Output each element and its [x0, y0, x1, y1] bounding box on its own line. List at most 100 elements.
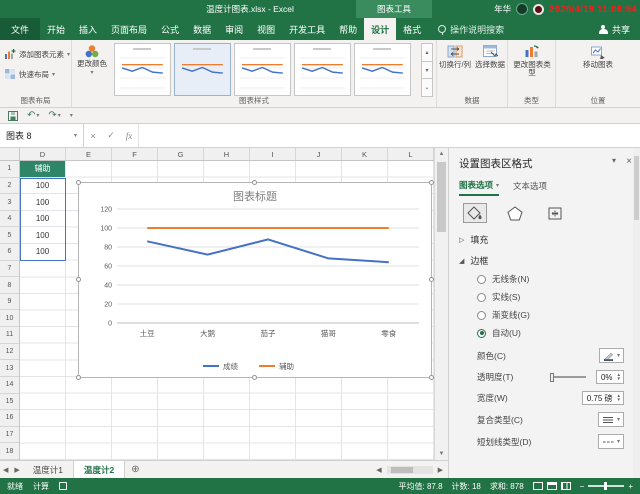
border-option-4[interactable]: 自动(U) [477, 327, 640, 339]
chart-resize-handle[interactable] [76, 180, 81, 185]
gallery-up-icon[interactable]: ▴ [421, 43, 433, 62]
border-option-2[interactable]: 实线(S) [477, 291, 640, 303]
scroll-up-icon[interactable]: ▲ [435, 148, 448, 160]
ribbon-tab-6[interactable]: 审阅 [218, 18, 250, 40]
page-break-view-icon[interactable] [560, 482, 571, 490]
sheet-tab-1[interactable]: 温度计1 [23, 461, 75, 478]
chart-resize-handle[interactable] [252, 180, 257, 185]
row-header[interactable]: 14 [0, 377, 19, 394]
add-chart-element-button[interactable]: 添加图表元素 ▾ [2, 45, 72, 63]
move-chart-button[interactable]: 移动图表 [578, 44, 618, 69]
sheet-nav-right-icon[interactable]: ▶ [11, 466, 22, 474]
scrollbar-thumb[interactable] [634, 156, 639, 220]
column-header[interactable]: E [66, 148, 112, 160]
tell-me-search[interactable]: 操作说明搜索 [438, 18, 504, 40]
zoom-out-icon[interactable]: − [580, 482, 585, 491]
size-properties-icon[interactable] [543, 203, 567, 223]
name-box[interactable]: 图表 8 ▾ [0, 124, 84, 147]
border-section-header[interactable]: ◢ 边框 [449, 248, 640, 269]
ribbon-tab-9[interactable]: 帮助 [332, 18, 364, 40]
zoom-slider[interactable] [588, 482, 625, 491]
cell-d3[interactable]: 100 [20, 194, 66, 211]
zoom-in-icon[interactable]: + [628, 482, 633, 491]
row-header[interactable]: 4 [0, 211, 19, 228]
cell-d2[interactable]: 100 [20, 177, 66, 195]
row-header[interactable]: 18 [0, 443, 19, 460]
fill-and-line-icon[interactable] [463, 203, 487, 223]
scroll-down-icon[interactable]: ▼ [435, 448, 448, 460]
column-header[interactable]: D [20, 148, 66, 160]
row-header[interactable]: 2 [0, 178, 19, 195]
column-header[interactable]: I [250, 148, 296, 160]
sheet-nav-left-icon[interactable]: ◀ [0, 466, 11, 474]
scroll-right-icon[interactable]: ▶ [435, 466, 446, 474]
insert-function-icon[interactable]: fx [120, 124, 138, 147]
row-header[interactable]: 7 [0, 261, 19, 278]
scrollbar-thumb[interactable] [437, 162, 446, 232]
macro-record-icon[interactable] [59, 482, 67, 490]
ribbon-tab-1[interactable]: 开始 [40, 18, 72, 40]
column-header[interactable]: L [388, 148, 434, 160]
compound-type-dropdown[interactable]: ▾ [597, 412, 624, 427]
formula-input[interactable] [138, 124, 640, 147]
cells-area[interactable]: 辅助 100 100 100 100 100 图表标题 0 20 40 60 80 100 120 土豆大… [20, 161, 434, 460]
cancel-icon[interactable]: × [84, 124, 102, 147]
chart-style-thumbnail[interactable] [294, 43, 351, 96]
change-colors-button[interactable]: 更改颜色 ▾ [75, 44, 109, 77]
ribbon-tab-3[interactable]: 页面布局 [104, 18, 154, 40]
chart-resize-handle[interactable] [252, 375, 257, 380]
row-header[interactable]: 6 [0, 244, 19, 261]
column-header[interactable]: F [112, 148, 158, 160]
row-header[interactable]: 16 [0, 410, 19, 427]
transparency-slider[interactable] [549, 372, 586, 382]
ribbon-tab-7[interactable]: 视图 [250, 18, 282, 40]
normal-view-icon[interactable] [532, 482, 543, 490]
fill-section-header[interactable]: ▷ 填充 [449, 227, 640, 248]
redo-icon[interactable]: ↷ ▾ [48, 110, 60, 121]
row-header[interactable]: 15 [0, 394, 19, 411]
ribbon-tab-5[interactable]: 数据 [186, 18, 218, 40]
scroll-left-icon[interactable]: ◀ [373, 466, 384, 474]
change-chart-type-button[interactable]: 更改图表类型 [511, 44, 553, 78]
row-header[interactable]: 10 [0, 310, 19, 328]
new-sheet-button[interactable]: ⊕ [131, 464, 139, 475]
chart-style-thumbnail[interactable] [174, 43, 231, 96]
ribbon-tab-4[interactable]: 公式 [154, 18, 186, 40]
select-all-corner[interactable] [0, 148, 20, 161]
column-header[interactable]: K [342, 148, 388, 160]
qat-customize-icon[interactable]: ▾ [70, 112, 73, 119]
column-header[interactable]: H [204, 148, 250, 160]
pane-scrollbar[interactable] [633, 148, 640, 478]
tab-chart-options[interactable]: 图表选项 ▾ [459, 179, 500, 196]
row-header[interactable]: 3 [0, 194, 19, 211]
row-header[interactable]: 13 [0, 360, 19, 377]
undo-icon[interactable]: ↶ ▾ [27, 110, 39, 121]
ribbon-tab-10[interactable]: 设计 [364, 18, 397, 40]
select-data-button[interactable]: 选择数据 [473, 44, 507, 69]
chart-style-thumbnail[interactable] [354, 43, 411, 96]
tab-text-options[interactable]: 文本选项 [513, 179, 547, 196]
cell-d1[interactable]: 辅助 [20, 161, 66, 178]
user-avatar[interactable] [516, 3, 529, 15]
transparency-spinner[interactable]: 0% ▲ ▼ [595, 370, 624, 384]
ribbon-tab-11[interactable]: 格式 [396, 18, 428, 40]
cell-d4[interactable]: 100 [20, 210, 66, 228]
column-header[interactable]: J [296, 148, 342, 160]
row-header[interactable]: 12 [0, 344, 19, 361]
vertical-scrollbar[interactable]: ▲ ▼ [434, 148, 448, 460]
row-header[interactable]: 11 [0, 327, 19, 344]
slider-thumb[interactable] [549, 372, 554, 382]
chart-style-thumbnail[interactable] [114, 43, 171, 96]
cell-d6[interactable]: 100 [20, 244, 66, 261]
scrollbar-thumb[interactable] [390, 466, 413, 473]
row-header[interactable]: 17 [0, 427, 19, 444]
tab-file[interactable]: 文件 [0, 18, 40, 40]
enter-icon[interactable]: ✓ [102, 124, 120, 147]
pane-options-icon[interactable]: ▾ [612, 156, 616, 165]
column-header[interactable]: G [158, 148, 204, 160]
dash-type-dropdown[interactable]: ▾ [597, 434, 624, 449]
row-header[interactable]: 8 [0, 277, 19, 294]
row-header[interactable]: 1 [0, 161, 19, 178]
share-button[interactable]: 共享 [589, 18, 640, 40]
quick-layout-button[interactable]: 快速布局 ▾ [2, 65, 57, 83]
